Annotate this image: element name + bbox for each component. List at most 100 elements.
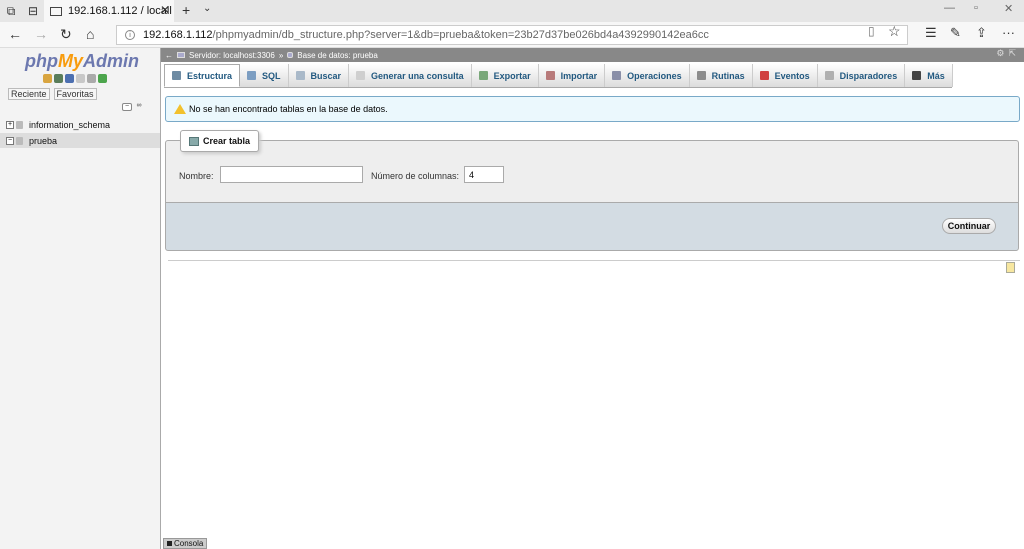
close-window-icon[interactable]: ✕ <box>1004 2 1013 15</box>
tab-label: Rutinas <box>711 70 745 81</box>
sql-icon <box>247 71 257 80</box>
export-icon <box>478 71 488 80</box>
site-info-icon[interactable]: i <box>125 30 135 40</box>
refresh-icon[interactable]: ↻ <box>60 26 72 43</box>
notes-pen-icon[interactable]: ✎ <box>950 25 961 41</box>
tab-preview-icon[interactable]: ⊟ <box>22 0 44 22</box>
browser-tab[interactable]: 192.168.1.112 / locall <box>44 0 174 22</box>
home-icon[interactable] <box>43 74 52 83</box>
tab-sql[interactable]: SQL <box>240 64 289 87</box>
search-icon <box>295 71 305 80</box>
db-name[interactable]: information_schema <box>29 120 110 130</box>
tab-disparadores[interactable]: Disparadores <box>817 64 906 87</box>
breadcrumb: ← Servidor: localhost:3306 » Base de dat… <box>161 48 1024 62</box>
form-actions-bar <box>165 202 1019 251</box>
forward-icon[interactable]: → <box>34 26 48 42</box>
tab-label: Estructura <box>187 70 233 81</box>
link-icon[interactable]: ∞ <box>134 102 144 111</box>
query-icon <box>356 71 366 80</box>
db-menu-tabs: Estructura SQL Buscar Generar una consulta E… <box>164 64 953 88</box>
sidebar-quick-icons <box>43 74 107 83</box>
breadcrumb-database[interactable]: Base de datos: prueba <box>297 51 378 60</box>
tab-generar-una-consulta[interactable]: Generar una consulta <box>349 64 472 87</box>
collapse-all-icon[interactable]: − <box>122 103 132 111</box>
divider <box>168 260 1020 261</box>
help-icon[interactable] <box>65 74 74 83</box>
exit-icon[interactable] <box>54 74 63 83</box>
columns-count-input[interactable] <box>464 166 504 183</box>
favorites-tab[interactable]: Favoritas <box>53 88 97 100</box>
tree-controls: − ∞ <box>122 102 144 111</box>
columns-count-label: Número de columnas: <box>371 171 460 181</box>
continue-button[interactable]: Continuar <box>942 218 996 234</box>
table-name-input[interactable] <box>220 166 363 183</box>
tab-eventos[interactable]: Eventos <box>752 64 818 87</box>
tab-label: Generar una consulta <box>371 70 464 81</box>
table-name-label: Nombre: <box>179 171 214 181</box>
database-icon <box>16 120 23 129</box>
collapse-icon[interactable]: − <box>6 136 14 145</box>
more-icon <box>912 71 922 80</box>
tab-label: Buscar <box>310 70 342 81</box>
create-table-legend: Crear tabla <box>180 130 260 152</box>
share-icon[interactable]: ⇪ <box>976 25 987 41</box>
db-item-information_schema[interactable]: + information_schema <box>0 117 160 132</box>
db-name[interactable]: prueba <box>29 136 57 146</box>
url-text: 192.168.1.112/phpmyadmin/db_structure.ph… <box>143 29 709 41</box>
tab-label: Operaciones <box>627 70 682 81</box>
more-options-icon[interactable]: ··· <box>1002 25 1015 40</box>
expand-icon[interactable]: + <box>6 120 14 129</box>
wrench-icon <box>612 71 622 80</box>
console-toggle[interactable]: Consola <box>163 538 208 549</box>
settings-icon[interactable] <box>87 74 96 83</box>
close-tab-icon[interactable]: ✕ <box>160 3 170 17</box>
no-tables-notice: No se han encontrado tablas en la base d… <box>165 96 1020 122</box>
database-icon <box>287 52 294 58</box>
database-icon <box>16 136 23 145</box>
import-icon <box>545 71 555 80</box>
tab-importar[interactable]: Importar <box>538 64 606 87</box>
new-tab-icon[interactable]: + <box>182 2 190 18</box>
page-note-icon[interactable] <box>1006 262 1015 273</box>
tab-más[interactable]: Más <box>905 64 953 87</box>
db-item-prueba[interactable]: − prueba <box>0 133 160 148</box>
url-field[interactable]: i 192.168.1.112/phpmyadmin/db_structure.… <box>116 25 908 45</box>
tab-favicon-icon <box>50 6 62 16</box>
tab-label: Eventos <box>774 70 810 81</box>
minimize-icon[interactable]: — <box>944 2 955 14</box>
tab-label: Disparadores <box>839 70 898 81</box>
clock-icon <box>759 71 769 80</box>
restore-icon[interactable]: ▫ <box>974 2 978 14</box>
warning-icon <box>174 104 186 114</box>
back-arrow-icon[interactable]: ← <box>165 51 173 60</box>
breadcrumb-server[interactable]: Servidor: localhost:3306 <box>189 51 275 60</box>
tab-buscar[interactable]: Buscar <box>288 64 350 87</box>
tab-exportar[interactable]: Exportar <box>471 64 539 87</box>
home-icon[interactable]: ⌂ <box>86 26 94 42</box>
tab-rutinas[interactable]: Rutinas <box>689 64 753 87</box>
favorite-star-icon[interactable]: ☆ <box>888 23 901 40</box>
back-icon[interactable]: ← <box>8 26 22 42</box>
docs-icon[interactable] <box>76 74 85 83</box>
favorites-list-icon[interactable]: ☰ <box>925 25 937 41</box>
reading-view-icon[interactable]: ▯ <box>868 24 875 38</box>
console-icon <box>167 541 172 546</box>
add-table-icon <box>189 136 199 146</box>
recent-tab[interactable]: Reciente <box>8 88 50 100</box>
tab-title: 192.168.1.112 / locall <box>68 5 172 17</box>
server-icon <box>177 52 185 58</box>
tab-operaciones[interactable]: Operaciones <box>605 64 690 87</box>
tab-label: Exportar <box>493 70 531 81</box>
reload-icon[interactable] <box>98 74 107 83</box>
chevron-down-icon[interactable]: ⌄ <box>203 3 211 14</box>
tab-label: SQL <box>262 70 281 81</box>
structure-icon <box>172 71 181 80</box>
tab-actions-icon[interactable]: ⧉ <box>0 0 22 22</box>
routines-icon <box>696 71 706 80</box>
console-label: Consola <box>174 539 204 548</box>
tab-estructura[interactable]: Estructura <box>164 64 241 87</box>
phpmyadmin-logo[interactable]: phpMyAdmin <box>25 51 139 72</box>
topbar-settings-icon[interactable]: ⚙⇱ <box>996 48 1020 59</box>
create-table-title: Crear tabla <box>203 136 251 146</box>
navigation-sidebar: phpMyAdmin Reciente Favoritas − ∞ + info… <box>0 48 161 549</box>
